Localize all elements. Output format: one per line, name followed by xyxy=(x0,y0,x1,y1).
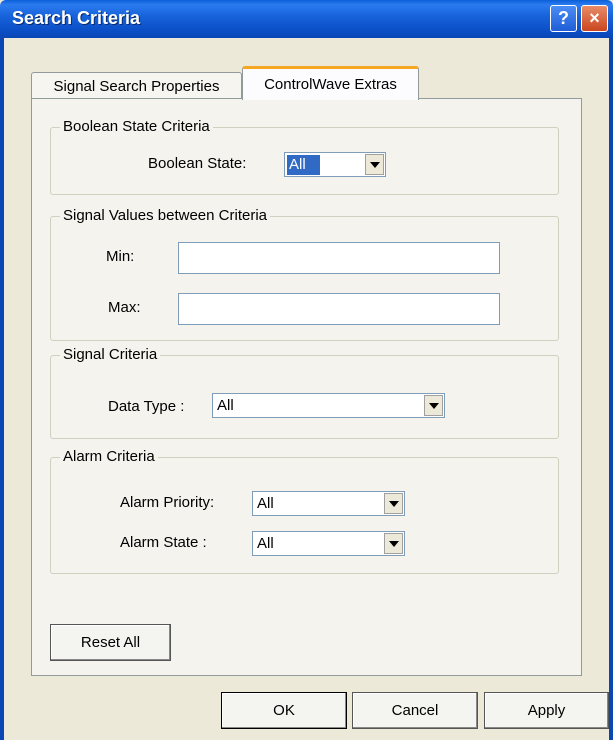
group-legend: Alarm Criteria xyxy=(60,448,158,466)
max-input[interactable] xyxy=(178,293,500,325)
chevron-down-icon[interactable] xyxy=(384,493,403,514)
alarm-state-dropdown[interactable]: All xyxy=(252,531,405,556)
alarm-criteria-group: Alarm Criteria Alarm Priority: All Alarm… xyxy=(50,448,559,574)
apply-button[interactable]: Apply xyxy=(484,692,609,729)
window-title: Search Criteria xyxy=(12,8,141,28)
chevron-down-icon[interactable] xyxy=(365,154,384,175)
chevron-down-icon[interactable] xyxy=(424,395,443,416)
max-label: Max: xyxy=(108,299,141,316)
data-type-label: Data Type : xyxy=(108,398,185,415)
tab-label: Signal Search Properties xyxy=(53,77,220,95)
boolean-state-dropdown[interactable]: All xyxy=(284,152,386,177)
reset-all-button[interactable]: Reset All xyxy=(50,624,171,661)
group-legend: Signal Criteria xyxy=(60,346,161,364)
min-input[interactable] xyxy=(178,242,500,274)
boolean-state-label: Boolean State: xyxy=(148,155,247,172)
alarm-priority-label: Alarm Priority: xyxy=(120,494,215,511)
data-type-dropdown[interactable]: All xyxy=(212,393,445,418)
title-bar[interactable]: Search Criteria ? × xyxy=(0,0,613,38)
ok-button[interactable]: OK xyxy=(221,692,347,729)
window-border-right xyxy=(609,38,613,740)
chevron-down-icon[interactable] xyxy=(384,533,403,554)
signal-values-group: Signal Values between Criteria Min: Max: xyxy=(50,207,559,341)
alarm-priority-dropdown[interactable]: All xyxy=(252,491,405,516)
dropdown-value: All xyxy=(217,397,234,414)
window-border-left xyxy=(0,38,4,740)
min-label: Min: xyxy=(106,248,135,265)
close-icon: × xyxy=(589,8,600,28)
help-button[interactable]: ? xyxy=(550,5,577,32)
tab-controlwave-extras[interactable]: ControlWave Extras xyxy=(242,66,419,100)
group-legend: Boolean State Criteria xyxy=(60,118,213,136)
dropdown-value: All xyxy=(257,495,274,512)
help-icon: ? xyxy=(558,8,569,28)
tab-signal-search-properties[interactable]: Signal Search Properties xyxy=(31,72,242,99)
group-legend: Signal Values between Criteria xyxy=(60,207,271,225)
signal-criteria-group: Signal Criteria Data Type : All xyxy=(50,346,559,439)
cancel-button[interactable]: Cancel xyxy=(352,692,478,729)
dropdown-value: All xyxy=(257,535,274,552)
close-button[interactable]: × xyxy=(581,5,608,32)
alarm-state-label: Alarm State : xyxy=(120,534,207,551)
tab-label: ControlWave Extras xyxy=(264,76,397,93)
dropdown-value: All xyxy=(287,155,320,175)
boolean-state-group: Boolean State Criteria Boolean State: Al… xyxy=(50,118,559,195)
